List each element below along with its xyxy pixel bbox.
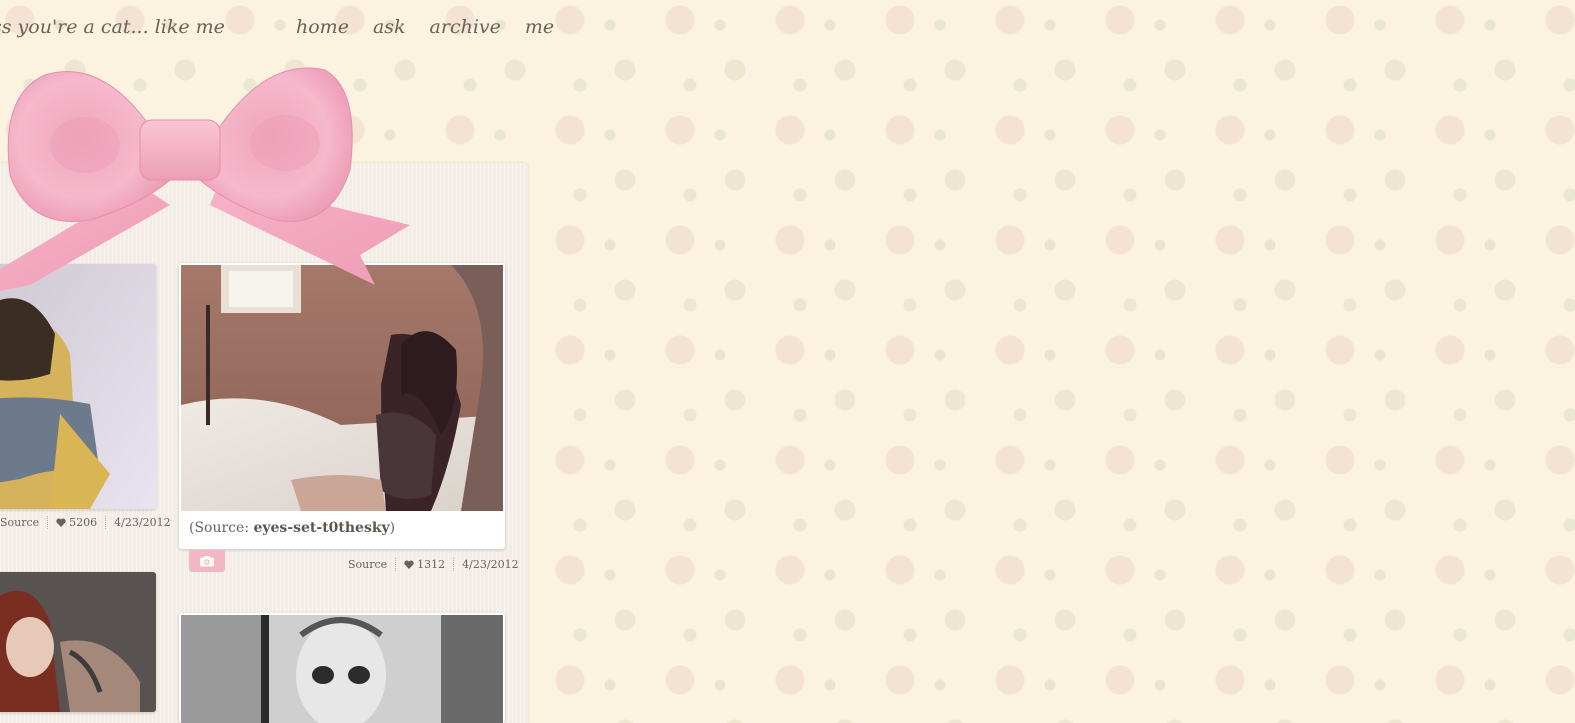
likes: 5206	[47, 516, 105, 529]
post-photo	[181, 265, 503, 511]
top-nav: home ask archive me	[296, 16, 578, 38]
nav-ask[interactable]: ask	[373, 16, 406, 38]
camera-icon	[200, 556, 214, 567]
photo-post-left-top[interactable]	[0, 264, 156, 509]
caption-source-link[interactable]: eyes-set-t0thesky	[253, 520, 389, 536]
nav-home[interactable]: home	[296, 16, 349, 38]
photo-post-right-top[interactable]: (Source: eyes-set-t0thesky)	[179, 263, 505, 549]
post-meta-right-top: Source 1312 4/23/2012	[348, 558, 527, 571]
post-meta-left-top: Source 5206 4/23/2012	[0, 516, 179, 529]
blog-title: ss you're a cat... like me	[0, 16, 225, 38]
camera-tag[interactable]	[189, 550, 225, 572]
photo-post-left-bottom[interactable]	[0, 572, 156, 712]
source-link[interactable]: Source	[348, 558, 395, 571]
nav-me[interactable]: me	[525, 16, 554, 38]
post-photo	[0, 572, 156, 712]
posts-panel: Source 5206 4/23/2012 (Source: eyes-set-…	[0, 163, 528, 723]
likes: 1312	[395, 558, 453, 571]
post-date[interactable]: 4/23/2012	[453, 558, 526, 571]
source-link[interactable]: Source	[0, 516, 47, 529]
post-caption: (Source: eyes-set-t0thesky)	[189, 520, 396, 536]
heart-icon	[404, 560, 414, 569]
post-photo	[0, 264, 156, 509]
heart-icon	[56, 518, 66, 527]
post-date[interactable]: 4/23/2012	[105, 516, 178, 529]
nav-archive[interactable]: archive	[430, 16, 501, 38]
